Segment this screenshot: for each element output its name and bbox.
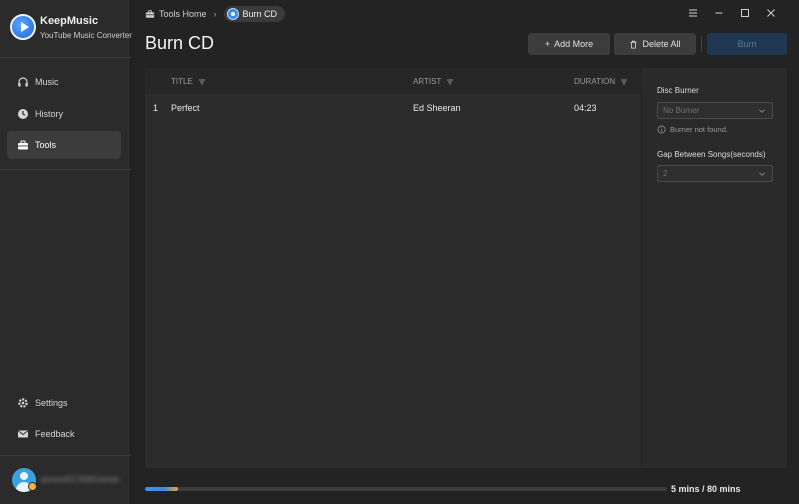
sidebar-divider [0,455,131,456]
chevron-down-icon [759,109,765,113]
row-title: Perfect [171,103,200,113]
clock-icon [17,108,29,120]
status-bar: 5 mins / 80 mins [131,470,799,504]
maximize-icon[interactable] [739,7,751,19]
breadcrumb-current-label: Burn CD [242,9,278,19]
sidebar-divider [0,57,131,58]
table-row[interactable]: 1 Perfect Ed Sheeran 04:23 [145,98,641,118]
minimize-icon[interactable] [713,7,725,19]
column-header-duration[interactable]: DURATION [574,77,628,86]
sidebar-item-history[interactable]: History [7,100,121,128]
toolbar-divider [701,36,702,52]
column-header-artist[interactable]: ARTIST [413,77,454,86]
breadcrumb: Tools Home › Burn CD [145,6,286,22]
sidebar-item-label: History [35,109,64,119]
brand-subtitle: YouTube Music Converter [40,31,132,40]
sidebar-item-label: Settings [35,398,68,408]
gap-select[interactable]: 2 [657,165,773,182]
brand-name: KeepMusic [40,15,99,27]
headphones-icon [17,76,29,88]
toolbox-icon [145,10,155,18]
sidebar-divider [0,169,131,170]
mail-icon [17,428,29,440]
app-logo-icon [10,14,36,40]
sort-icon [621,79,628,84]
sidebar-item-tools[interactable]: Tools [7,131,121,159]
chevron-right-icon: › [213,9,217,19]
toolbox-icon [17,139,29,151]
vip-badge-icon [28,482,37,491]
table-header: TITLE ARTIST DURATION [145,68,641,94]
disc-capacity-fill [145,487,178,491]
window-controls [687,7,777,19]
sidebar-item-feedback[interactable]: Feedback [7,420,121,448]
breadcrumb-home-label: Tools Home [159,9,207,19]
chevron-down-icon [759,172,765,176]
sidebar-item-settings[interactable]: Settings [7,389,121,417]
row-duration: 04:23 [574,103,597,113]
sidebar-item-music[interactable]: Music [7,68,121,96]
gear-icon [17,397,29,409]
disc-burner-label: Disc Burner [657,86,699,95]
add-more-button[interactable]: + Add More [528,33,610,55]
breadcrumb-home[interactable]: Tools Home [145,9,207,19]
burn-label: Burn [737,39,757,49]
column-header-title[interactable]: TITLE [171,77,206,86]
burn-button[interactable]: Burn [707,33,787,55]
plus-icon: + [544,39,551,49]
menu-icon[interactable] [687,7,699,19]
info-icon [657,125,666,134]
page-title: Burn CD [145,33,215,53]
sort-icon [447,79,454,84]
brand: KeepMusic YouTube Music Converter [10,14,132,42]
delete-all-button[interactable]: Delete All [614,33,696,55]
sidebar-item-label: Tools [35,140,57,150]
trash-icon [630,40,638,49]
delete-all-label: Delete All [642,39,681,49]
row-artist: Ed Sheeran [413,103,461,113]
sidebar: KeepMusic YouTube Music Converter Music … [0,0,132,504]
breadcrumb-current: Burn CD [223,6,286,22]
sidebar-item-label: Feedback [35,429,75,439]
disc-burner-value: No Burner [663,106,700,115]
disc-capacity-bar [145,487,667,491]
cd-icon [226,8,239,20]
burner-hint: Burner not found. [657,125,728,134]
disc-capacity-text: 5 mins / 80 mins [671,484,741,494]
track-table: TITLE ARTIST DURATION 1 Perfect Ed Sheer… [145,68,641,468]
sort-icon [198,79,205,84]
disc-burner-select[interactable]: No Burner [657,102,773,119]
gap-value: 2 [663,169,668,178]
row-index: 1 [153,103,159,113]
user-email[interactable]: jamesd0178@hotmail.com [41,475,121,485]
add-more-label: Add More [554,39,594,49]
gap-label: Gap Between Songs(seconds) [657,150,766,159]
sidebar-item-label: Music [35,77,59,87]
burn-settings-panel: Disc Burner No Burner Burner not found. … [642,68,787,468]
close-icon[interactable] [765,7,777,19]
